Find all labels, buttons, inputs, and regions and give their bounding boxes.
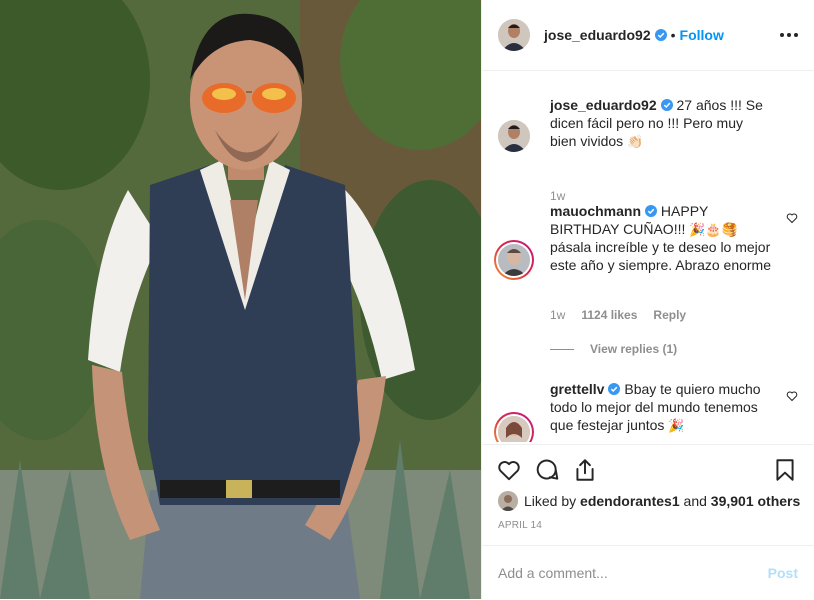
comment-text-block: jose_eduardo92 27 años !!! Se dicen fáci… bbox=[550, 96, 772, 150]
liked-by-user[interactable]: edendorantes1 bbox=[580, 493, 680, 509]
liked-by-row: Liked by edendorantes1 and 39,901 others bbox=[498, 491, 800, 511]
comment-text-block: mauochmann HAPPY BIRTHDAY CUÑAO!!! 🎉🎂🥞 p… bbox=[550, 202, 772, 274]
verified-badge-icon bbox=[645, 205, 658, 217]
comment-emoji: 🎉 bbox=[668, 418, 685, 433]
view-replies-line bbox=[550, 348, 574, 350]
comment-username[interactable]: grettellv bbox=[550, 381, 604, 397]
comment-likes-count[interactable]: 1124 likes bbox=[581, 308, 637, 322]
header-username[interactable]: jose_eduardo92 bbox=[544, 27, 667, 43]
post-actions: Liked by edendorantes1 and 39,901 others… bbox=[482, 444, 814, 581]
post-header: jose_eduardo92 • Follow bbox=[482, 0, 814, 71]
comment-like-heart-icon[interactable] bbox=[786, 212, 798, 224]
comment-username[interactable]: jose_eduardo92 bbox=[550, 97, 657, 113]
post-side-panel: jose_eduardo92 • Follow jose_eduardo92 2… bbox=[481, 0, 814, 599]
avatar-story-ring[interactable] bbox=[494, 240, 534, 280]
more-options-icon[interactable] bbox=[780, 26, 798, 44]
comment-username[interactable]: mauochmann bbox=[550, 203, 641, 219]
liker-avatar[interactable] bbox=[498, 491, 518, 511]
comment-like-heart-icon[interactable] bbox=[786, 390, 798, 402]
avatar-story-ring[interactable] bbox=[494, 412, 534, 442]
verified-badge-icon bbox=[660, 99, 673, 111]
avatar[interactable] bbox=[498, 120, 530, 152]
post-comment-button[interactable]: Post bbox=[768, 565, 798, 581]
header-username-text[interactable]: jose_eduardo92 bbox=[544, 27, 651, 43]
comments-list[interactable]: jose_eduardo92 27 años !!! Se dicen fáci… bbox=[482, 72, 814, 442]
comment-emoji: 👏🏻 bbox=[627, 134, 644, 149]
instagram-post: jose_eduardo92 • Follow jose_eduardo92 2… bbox=[0, 0, 814, 599]
likes-count[interactable]: 39,901 others bbox=[711, 493, 801, 509]
comment-text-block: grettellv Bbay te quiero mucho todo lo m… bbox=[550, 380, 772, 434]
reply-button[interactable]: Reply bbox=[653, 308, 686, 322]
comment-meta: 1w 1124 likes Reply bbox=[550, 308, 686, 322]
comment-emoji: 🎉🎂🥞 bbox=[689, 222, 738, 237]
post-date[interactable]: APRIL 14 bbox=[498, 520, 542, 531]
comment-icon[interactable] bbox=[534, 457, 560, 483]
verified-badge-icon bbox=[608, 383, 621, 395]
verified-badge-icon bbox=[654, 29, 667, 41]
avatar[interactable] bbox=[498, 244, 530, 276]
view-replies-button[interactable]: View replies (1) bbox=[550, 342, 677, 356]
add-comment-bar: Post bbox=[482, 545, 814, 600]
comment-input[interactable] bbox=[498, 565, 768, 581]
heart-icon[interactable] bbox=[496, 457, 522, 483]
comment-time[interactable]: 1w bbox=[550, 189, 565, 203]
separator-dot: • bbox=[670, 27, 676, 43]
avatar[interactable] bbox=[498, 416, 530, 442]
photo-man-in-vest bbox=[0, 0, 481, 599]
action-icons-row bbox=[482, 445, 814, 495]
comment-meta: 1w bbox=[550, 189, 565, 203]
follow-button[interactable]: Follow bbox=[680, 27, 724, 43]
share-icon[interactable] bbox=[572, 457, 598, 483]
comment-text: pásala increíble y te deseo lo mejor est… bbox=[550, 239, 772, 273]
bookmark-icon[interactable] bbox=[772, 457, 798, 483]
post-photo[interactable] bbox=[0, 0, 481, 599]
view-replies-label[interactable]: View replies (1) bbox=[590, 342, 677, 356]
comment-time[interactable]: 1w bbox=[550, 308, 565, 322]
avatar[interactable] bbox=[498, 19, 530, 51]
liked-by-prefix: Liked by bbox=[524, 493, 577, 509]
liked-by-middle: and bbox=[683, 493, 707, 509]
